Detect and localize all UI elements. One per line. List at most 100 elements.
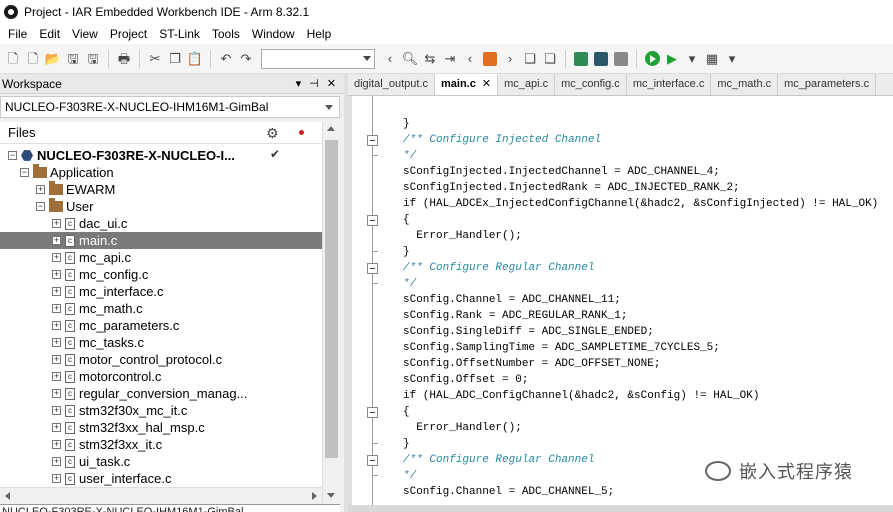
tree-file-item[interactable]: + c mc_tasks.c: [0, 334, 322, 351]
editor-tab[interactable]: mc_math.c: [711, 74, 779, 95]
scroll-thumb[interactable]: [325, 140, 338, 458]
new-workspace-icon[interactable]: 🗋: [4, 50, 22, 68]
editor-tab[interactable]: main.c ✕: [435, 74, 499, 95]
tree-file-item[interactable]: + c user_interface.c: [0, 470, 322, 487]
tree-file-item[interactable]: + c stm32f3xx_it.c: [0, 436, 322, 453]
code-editor[interactable]: } /** Configure Injected Channel */ sConfig…: [348, 96, 893, 512]
run-icon[interactable]: [643, 50, 661, 68]
editor-tab[interactable]: digital_output.c: [348, 74, 435, 95]
gear-icon[interactable]: ⚙: [266, 125, 279, 142]
fold-toggle-icon[interactable]: [367, 135, 378, 146]
expand-icon[interactable]: +: [52, 457, 61, 466]
find-combo[interactable]: [261, 48, 375, 69]
tree-folder-item[interactable]: − Application: [0, 164, 322, 181]
paste-icon[interactable]: 📋: [186, 50, 204, 68]
tree-file-item[interactable]: + c mc_interface.c: [0, 283, 322, 300]
tree-file-item[interactable]: + c ui_task.c: [0, 453, 322, 470]
download-icon[interactable]: [572, 50, 590, 68]
tree-file-item[interactable]: + c dac_ui.c: [0, 215, 322, 232]
menu-edit[interactable]: Edit: [33, 24, 66, 44]
scroll-right-icon[interactable]: [312, 492, 317, 500]
expand-icon[interactable]: +: [52, 321, 61, 330]
expand-icon[interactable]: +: [52, 355, 61, 364]
new-file-icon[interactable]: 🗋: [24, 50, 42, 68]
layout-icon[interactable]: ▦: [703, 50, 721, 68]
open-icon[interactable]: 📂: [44, 50, 62, 68]
fold-toggle-icon[interactable]: [367, 407, 378, 418]
expand-icon[interactable]: +: [52, 253, 61, 262]
cut-icon[interactable]: ✂: [146, 50, 164, 68]
close-icon[interactable]: ✕: [327, 77, 336, 90]
editor-tab[interactable]: mc_parameters.c: [778, 74, 877, 95]
expand-icon[interactable]: +: [52, 304, 61, 313]
tree-folder-item[interactable]: − User: [0, 198, 322, 215]
workspace-horizontal-scrollbar[interactable]: [0, 487, 322, 504]
editor-tab[interactable]: mc_config.c: [555, 74, 627, 95]
expand-icon[interactable]: +: [52, 236, 61, 245]
expand-icon[interactable]: +: [52, 338, 61, 347]
debug-hex-icon[interactable]: [592, 50, 610, 68]
editor-horizontal-scrollbar[interactable]: [348, 505, 893, 512]
collapse-icon[interactable]: −: [20, 168, 29, 177]
tree-file-item[interactable]: + c mc_api.c: [0, 249, 322, 266]
pin-icon[interactable]: ⊣: [309, 77, 319, 90]
back-icon[interactable]: ‹: [381, 50, 399, 68]
more-icon[interactable]: ▾: [723, 50, 741, 68]
menu-window[interactable]: Window: [246, 24, 301, 44]
stop-icon[interactable]: [612, 50, 630, 68]
save-all-icon[interactable]: 🖫: [84, 50, 102, 68]
tree-file-item[interactable]: + c regular_conversion_manag...: [0, 385, 322, 402]
menu-help[interactable]: Help: [301, 24, 338, 44]
doc-prev-icon[interactable]: ❏: [521, 50, 539, 68]
next-icon[interactable]: ›: [501, 50, 519, 68]
tree-file-item[interactable]: + c main.c: [0, 232, 322, 249]
workspace-vertical-scrollbar[interactable]: [322, 122, 340, 504]
tree-file-item[interactable]: + c motorcontrol.c: [0, 368, 322, 385]
close-tab-icon[interactable]: ✕: [482, 78, 491, 90]
expand-icon[interactable]: +: [52, 440, 61, 449]
expand-icon[interactable]: +: [52, 406, 61, 415]
expand-icon[interactable]: +: [36, 185, 45, 194]
expand-icon[interactable]: +: [52, 270, 61, 279]
expand-icon[interactable]: +: [52, 423, 61, 432]
navigate-icon[interactable]: ⇆: [421, 50, 439, 68]
expand-icon[interactable]: +: [52, 474, 61, 483]
debug-run-icon[interactable]: ▶: [663, 50, 681, 68]
fold-toggle-icon[interactable]: [367, 455, 378, 466]
bookmark-shield-icon[interactable]: [481, 50, 499, 68]
tree-file-item[interactable]: + c mc_math.c: [0, 300, 322, 317]
scroll-up-icon[interactable]: [327, 126, 335, 131]
expand-icon[interactable]: +: [52, 287, 61, 296]
tree-file-item[interactable]: + c stm32f3xx_hal_msp.c: [0, 419, 322, 436]
tree-file-item[interactable]: + c mc_config.c: [0, 266, 322, 283]
menu-view[interactable]: View: [66, 24, 104, 44]
pane-menu-icon[interactable]: ▾: [296, 77, 302, 90]
fold-toggle-icon[interactable]: [367, 215, 378, 226]
find-icon[interactable]: 🔍︎: [401, 50, 419, 68]
collapse-icon[interactable]: −: [8, 151, 17, 160]
workspace-bottom-tab[interactable]: NUCLEO-F303RE-X-NUCLEO-IHM16M1-GimBal: [0, 504, 340, 512]
scroll-down-icon[interactable]: [327, 493, 335, 498]
expand-icon[interactable]: +: [52, 372, 61, 381]
tree-project-item[interactable]: − NUCLEO-F303RE-X-NUCLEO-I... ✔: [0, 147, 322, 164]
goto-icon[interactable]: ⇥: [441, 50, 459, 68]
redo-icon[interactable]: ↷: [237, 50, 255, 68]
expand-icon[interactable]: +: [52, 219, 61, 228]
menu-tools[interactable]: Tools: [206, 24, 246, 44]
fold-toggle-icon[interactable]: [367, 263, 378, 274]
configuration-select[interactable]: NUCLEO-F303RE-X-NUCLEO-IHM16M1-GimBal: [0, 96, 340, 118]
save-icon[interactable]: 🖫: [64, 50, 82, 68]
menu-st-link[interactable]: ST-Link: [153, 24, 206, 44]
scroll-left-icon[interactable]: [5, 492, 10, 500]
expand-icon[interactable]: +: [52, 389, 61, 398]
editor-tab[interactable]: mc_api.c: [498, 74, 556, 95]
tree-folder-item[interactable]: + EWARM: [0, 181, 322, 198]
more-icon[interactable]: ▾: [683, 50, 701, 68]
doc-next-icon[interactable]: ❏: [541, 50, 559, 68]
copy-icon[interactable]: ❐: [166, 50, 184, 68]
menu-file[interactable]: File: [2, 24, 33, 44]
code-area[interactable]: } /** Configure Injected Channel */ sConfig…: [403, 116, 893, 500]
print-icon[interactable]: 🖶: [115, 50, 133, 68]
tree-file-item[interactable]: + c motor_control_protocol.c: [0, 351, 322, 368]
undo-icon[interactable]: ↶: [217, 50, 235, 68]
